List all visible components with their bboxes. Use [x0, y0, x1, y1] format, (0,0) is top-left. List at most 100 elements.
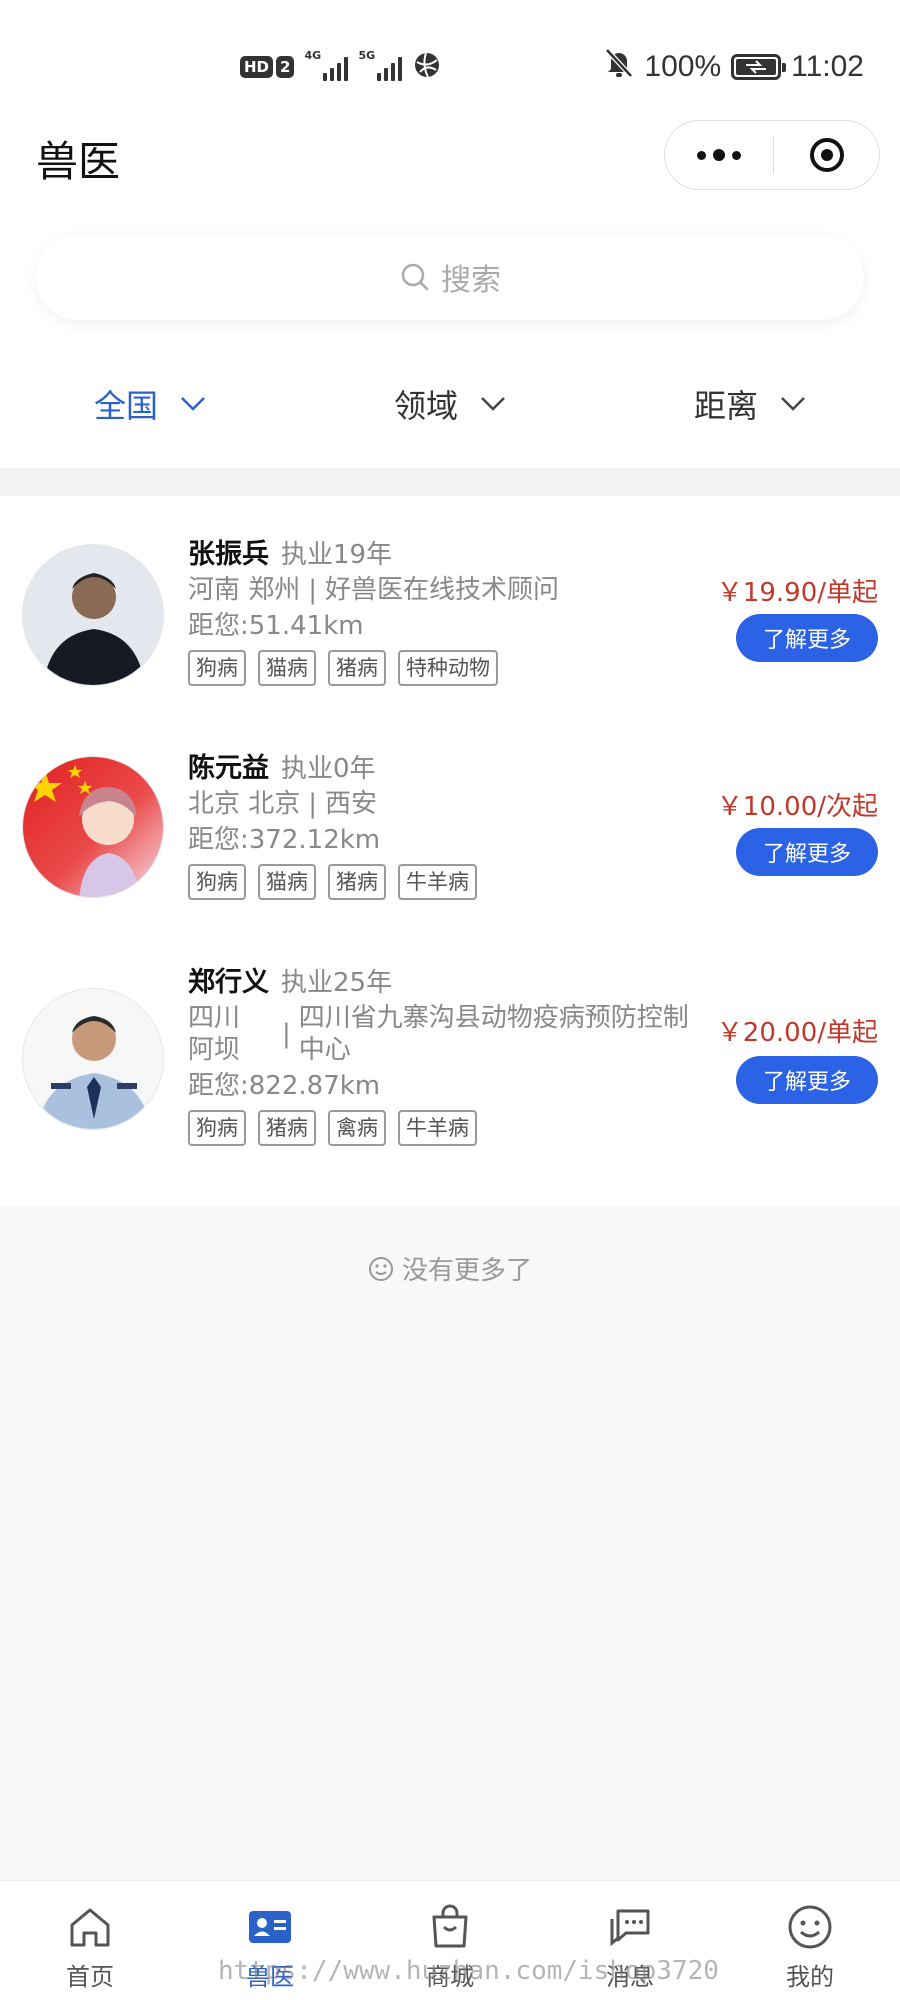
search-area: 搜索	[0, 220, 900, 340]
signal-5g-icon: 5G	[358, 49, 403, 83]
vet-price: ￥20.00/单起	[716, 1018, 878, 1048]
target-close-icon	[809, 138, 844, 172]
vet-location: 北京 北京	[188, 789, 301, 819]
tag: 狗病	[188, 864, 246, 900]
vet-tags: 狗病 猪病 禽病 牛羊病	[188, 1110, 708, 1146]
status-left: HD 2 4G 5G	[240, 48, 442, 86]
signal-4g-label: 4G	[304, 49, 322, 62]
separator: |	[308, 575, 318, 605]
tab-messages-label: 消息	[606, 1963, 654, 1991]
more-dot-icon	[697, 150, 706, 160]
signal-5g-label: 5G	[358, 49, 376, 62]
more-dot-icon	[713, 149, 725, 161]
vet-price: ￥19.90/单起	[716, 578, 878, 608]
tab-vet-label: 兽医	[246, 1963, 294, 1991]
more-dot-icon	[732, 150, 741, 160]
sim-label: 2	[276, 56, 295, 78]
learn-more-button[interactable]: 了解更多	[736, 828, 878, 876]
vet-location: 四川 阿坝	[188, 1003, 241, 1065]
shopping-bag-icon	[432, 1904, 468, 1948]
tab-messages[interactable]: 消息	[540, 1881, 720, 2000]
search-input[interactable]: 搜索	[36, 234, 864, 320]
chevron-down-icon	[781, 397, 805, 411]
tag: 猪病	[328, 650, 386, 686]
search-icon	[401, 263, 429, 291]
tab-profile[interactable]: 我的	[720, 1881, 900, 2000]
vet-info: 郑行义 执业25年 四川 阿坝 | 四川省九寨沟县动物疫病预防控制中心 距您:8…	[188, 960, 708, 1146]
tag: 猪病	[258, 1110, 316, 1146]
search-placeholder: 搜索	[441, 263, 501, 298]
tag: 猫病	[258, 650, 316, 686]
message-icon	[610, 1909, 650, 1947]
tag: 狗病	[188, 1110, 246, 1146]
vet-list: 张振兵 执业19年 河南 郑州 | 好兽医在线技术顾问 距您:51.41km 狗…	[0, 496, 900, 1206]
separator: |	[308, 789, 318, 819]
vet-organization: 西安	[325, 789, 378, 819]
hd-label: HD	[240, 56, 274, 78]
wifi-globe-icon	[412, 50, 442, 84]
vet-tags: 狗病 猫病 猪病 特种动物	[188, 650, 708, 686]
chevron-down-icon	[481, 397, 505, 411]
vet-distance: 距您:51.41km	[188, 611, 364, 641]
nav-bar: 兽医	[0, 120, 900, 220]
vet-location-line: 北京 北京 | 西安	[188, 788, 708, 820]
vet-tags: 狗病 猫病 猪病 牛羊病	[188, 864, 708, 900]
battery-icon	[731, 54, 787, 80]
filter-distance[interactable]: 距离	[600, 340, 900, 468]
vet-experience: 执业25年	[281, 968, 393, 998]
vet-organization: 四川省九寨沟县动物疫病预防控制中心	[298, 1003, 689, 1065]
battery-percent: 100%	[644, 50, 722, 83]
status-right: 100% 11:02	[604, 48, 864, 86]
vet-location-line: 四川 阿坝 | 四川省九寨沟县动物疫病预防控制中心	[188, 1002, 708, 1066]
tab-profile-label: 我的	[786, 1963, 834, 1991]
vet-distance: 距您:372.12km	[188, 825, 381, 855]
section-divider	[0, 468, 900, 496]
vet-experience: 执业19年	[281, 540, 393, 570]
more-options-button[interactable]	[665, 121, 773, 189]
vet-experience: 执业0年	[281, 754, 376, 784]
page-title: 兽医	[36, 137, 121, 186]
home-icon	[70, 1908, 110, 1947]
smiley-icon	[368, 1256, 393, 1281]
tab-shop[interactable]: 商城	[360, 1881, 540, 2000]
separator: |	[282, 1019, 291, 1049]
mini-program-capsule	[664, 120, 880, 190]
filter-region-label: 全国	[93, 387, 158, 425]
tab-home-label: 首页	[66, 1963, 114, 1991]
tag: 牛羊病	[398, 1110, 477, 1146]
smiley-icon	[788, 1905, 832, 1949]
close-mini-program-button[interactable]	[774, 121, 879, 189]
tab-home[interactable]: 首页	[0, 1881, 180, 2000]
vet-info: 张振兵 执业19年 河南 郑州 | 好兽医在线技术顾问 距您:51.41km 狗…	[188, 532, 708, 686]
chevron-down-icon	[181, 397, 205, 411]
tab-shop-label: 商城	[426, 1963, 474, 1991]
tag: 牛羊病	[398, 864, 477, 900]
signal-4g-icon: 4G	[304, 49, 349, 83]
tab-vet[interactable]: 兽医	[180, 1881, 360, 2000]
avatar[interactable]	[22, 756, 164, 898]
status-bar: HD 2 4G 5G 100% 11:02	[0, 0, 900, 120]
filter-bar: 全国 领域 距离	[0, 340, 900, 468]
avatar[interactable]	[22, 544, 164, 686]
clock-time: 11:02	[791, 50, 864, 83]
no-more-text: 没有更多了	[401, 1256, 532, 1286]
filter-field-label: 领域	[393, 387, 458, 425]
filter-distance-label: 距离	[693, 387, 758, 425]
vet-info: 陈元益 执业0年 北京 北京 | 西安 距您:372.12km 狗病 猫病 猪病…	[188, 746, 708, 900]
avatar[interactable]	[22, 988, 164, 1130]
learn-more-button[interactable]: 了解更多	[736, 1056, 878, 1104]
learn-more-button[interactable]: 了解更多	[736, 614, 878, 662]
filter-field[interactable]: 领域	[300, 340, 600, 468]
vet-distance: 距您:822.87km	[188, 1071, 381, 1101]
tag: 狗病	[188, 650, 246, 686]
no-more-indicator: 没有更多了	[0, 1250, 900, 1287]
vet-name: 郑行义	[188, 967, 269, 998]
vet-price: ￥10.00/次起	[716, 792, 878, 822]
vet-location-line: 河南 郑州 | 好兽医在线技术顾问	[188, 574, 708, 606]
tag: 特种动物	[398, 650, 498, 686]
vet-name: 陈元益	[188, 753, 269, 784]
filter-region[interactable]: 全国	[0, 340, 300, 468]
tag: 猫病	[258, 864, 316, 900]
tag: 猪病	[328, 864, 386, 900]
vet-location: 河南 郑州	[188, 575, 301, 605]
